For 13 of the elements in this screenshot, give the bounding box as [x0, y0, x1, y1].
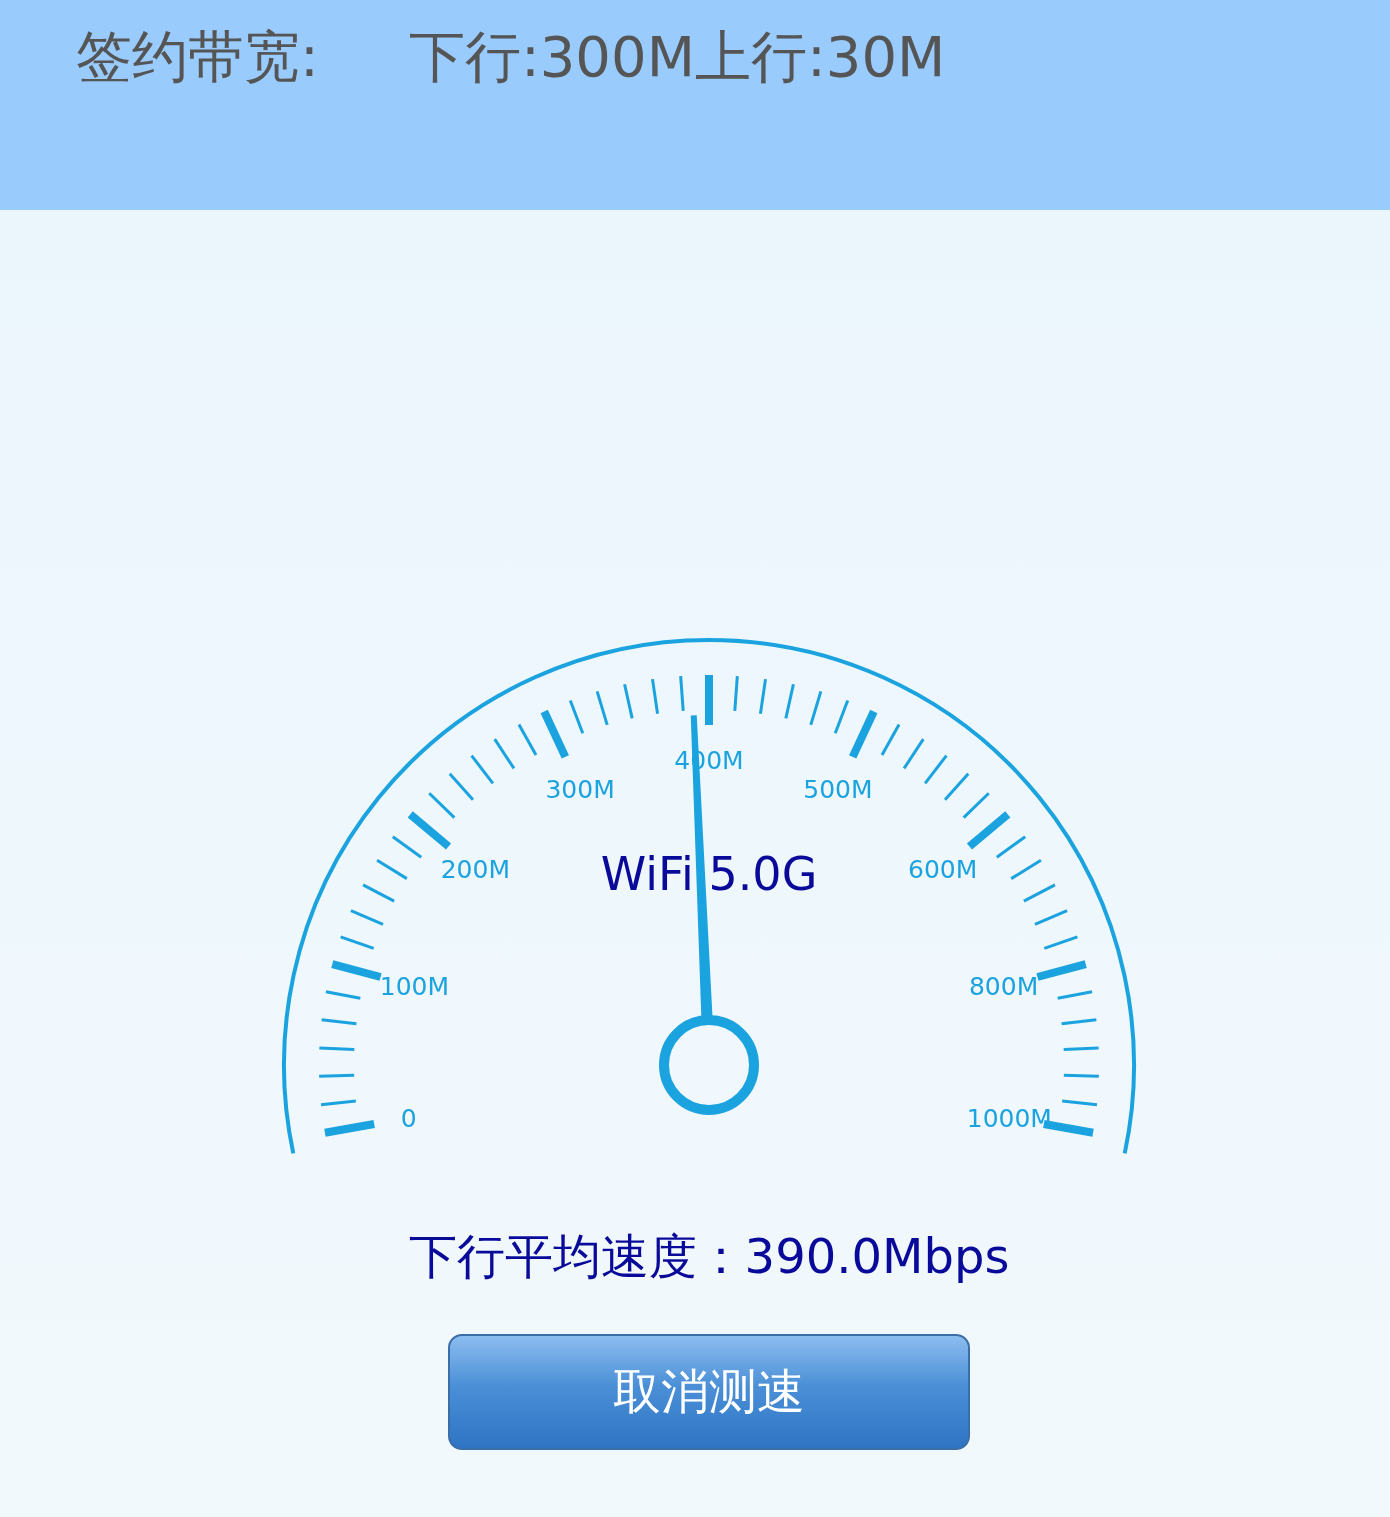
- scale-label: 300M: [545, 774, 615, 804]
- average-speed: 下行平均速度：390.0Mbps: [408, 1227, 1010, 1286]
- bandwidth-value: 下行:300M上行:30M: [408, 23, 946, 91]
- scale-label: 200M: [440, 854, 510, 884]
- scale-label: 500M: [803, 774, 873, 804]
- gauge-title: WiFi 5.0G: [600, 847, 818, 901]
- scale-label: 800M: [968, 972, 1039, 1002]
- cancel-button[interactable]: 取消测速: [448, 1334, 970, 1450]
- scale-label: 1000M: [966, 1103, 1052, 1133]
- bandwidth-label: 签约带宽:: [76, 23, 319, 91]
- scale-label: 0: [400, 1103, 417, 1133]
- scale-label: 100M: [379, 972, 450, 1002]
- scale-label: 600M: [908, 854, 978, 884]
